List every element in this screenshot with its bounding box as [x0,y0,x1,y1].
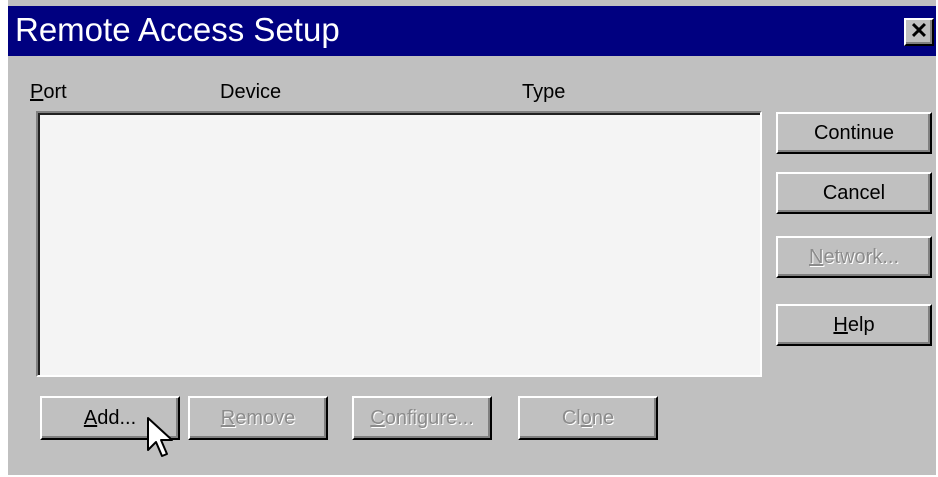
title-bar[interactable]: Remote Access Setup ✕ [8,6,936,56]
close-icon: ✕ [909,18,929,43]
configure-button[interactable]: Configure... [352,396,492,440]
column-header-device[interactable]: Device [220,80,281,104]
remove-button[interactable]: Remove [188,396,328,440]
close-button[interactable]: ✕ [904,18,934,46]
port-list[interactable] [36,111,762,377]
window-title: Remote Access Setup [15,11,340,48]
arrow-pointer-icon [147,417,173,457]
remove-button-label: Remove [220,407,296,429]
network-button[interactable]: Network... [776,236,932,278]
column-header-port[interactable]: Port [30,80,67,104]
clone-button-label: Clone [561,407,615,429]
add-button-label: Add... [83,407,137,429]
configure-button-label: Configure... [370,407,474,429]
network-button-label: Network... [808,246,900,268]
column-header-type[interactable]: Type [522,80,565,104]
port-header-rest: ort [43,81,67,103]
cancel-button-label: Cancel [822,182,886,204]
help-button-label: Help [833,314,875,336]
continue-button-label: Continue [813,122,895,144]
cancel-button[interactable]: Cancel [776,172,932,214]
help-button[interactable]: Help [776,304,932,346]
remote-access-setup-dialog: Remote Access Setup ✕ Port Device Type C… [8,0,936,475]
clone-button[interactable]: Clone [518,396,658,440]
continue-button[interactable]: Continue [776,112,932,154]
port-mnemonic: P [30,81,44,103]
